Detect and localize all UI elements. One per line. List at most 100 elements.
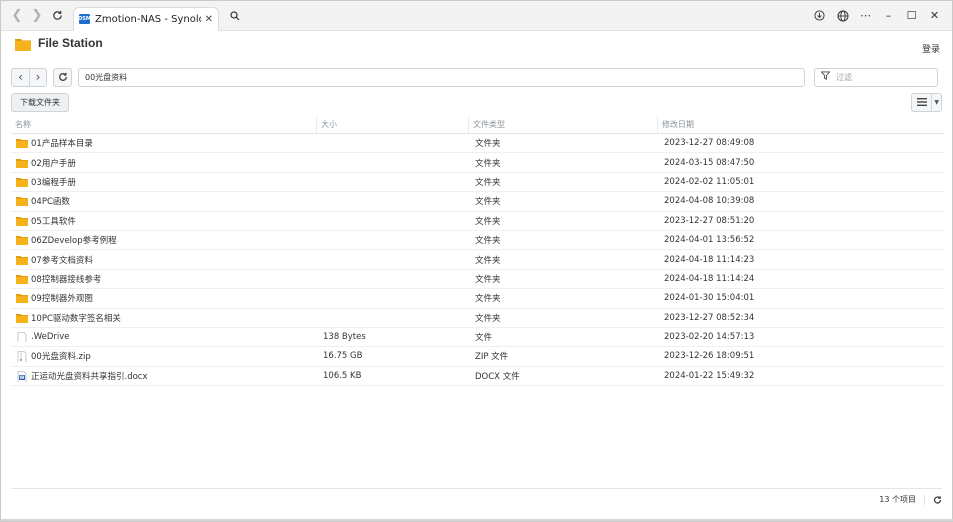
forward-button[interactable]: › [29,68,46,86]
table-row[interactable]: 04PC函数 文件夹 2024-04-08 10:39:08 [11,192,944,212]
file-type: 文件夹 [475,216,501,227]
back-arrow-icon[interactable]: ❮ [7,6,27,26]
word-doc-icon: W [16,370,28,382]
file-modified-date: 2024-01-30 15:04:01 [664,293,755,304]
filter-funnel-icon [820,71,831,83]
browser-controls: ⋯ – ☐ ✕ [808,6,946,26]
folder-icon [16,196,28,207]
file-table: 名称 大小 文件类型 修改日期 01产品样本目录 文件夹 2023-12-27 08… [11,116,944,387]
file-name-cell[interactable]: 09控制器外观图 [11,292,317,304]
folder-icon [16,235,28,246]
file-name: 01产品样本目录 [31,139,93,150]
file-type: 文件夹 [475,313,501,324]
table-row[interactable]: 09控制器外观图 文件夹 2024-01-30 15:04:01 [11,289,944,309]
file-size: 138 Bytes [323,332,366,343]
file-name-cell[interactable]: 02用户手册 [11,157,317,169]
file-type: 文件夹 [475,274,501,285]
file-modified-date: 2023-12-27 08:51:20 [664,215,755,226]
dsm-favicon-icon: DSM [78,14,91,24]
file-modified-date: 2023-12-27 08:52:34 [664,312,755,323]
file-name-cell[interactable]: 06ZDevelop参考例程 [11,234,317,246]
refresh-button[interactable] [53,67,72,87]
table-row[interactable]: W 正运动光盘资料共享指引.docx 106.5 KB DOCX 文件 2024-01-… [11,367,944,387]
column-header-modified[interactable]: 修改日期 [658,116,944,133]
table-row[interactable]: 05工具软件 文件夹 2023-12-27 08:51:20 [11,212,944,231]
file-name-cell[interactable]: 00光盘资料.zip [11,350,317,363]
file-name: .WeDrive [31,332,70,343]
login-link[interactable]: 登录 [922,42,940,55]
file-name: 06ZDevelop参考例程 [31,236,117,247]
table-row[interactable]: .WeDrive 138 Bytes 文件 2023-02-20 14:57:13 [11,328,944,348]
file-type: 文件夹 [475,197,501,208]
table-row[interactable]: 06ZDevelop参考例程 文件夹 2024-04-01 13:56:52 [11,231,944,251]
file-modified-date: 2023-12-26 18:09:51 [664,351,755,362]
file-name: 03编程手册 [31,177,76,188]
file-modified-date: 2024-04-18 11:14:23 [664,254,755,265]
column-header-size[interactable]: 大小 [317,116,469,133]
filter-input[interactable]: 过滤 [814,67,938,87]
file-size: 16.75 GB [323,351,363,362]
download-icon[interactable] [808,6,831,26]
download-folder-button[interactable]: 下载文件夹 [11,92,69,112]
table-row[interactable]: 10PC驱动数字签名相关 文件夹 2023-12-27 08:52:34 [11,309,944,328]
app-title: File Station [38,36,103,50]
back-button[interactable]: ‹ [12,69,29,86]
browser-titlebar: ❮ ❯ DSM Zmotion-NAS - Synology N ✕ ⋯ – ☐… [1,1,952,31]
file-name: 00光盘资料.zip [31,352,91,363]
file-type: 文件夹 [475,294,501,305]
file-name-cell[interactable]: 08控制器接线参考 [11,273,317,285]
folder-icon [16,313,28,323]
file-name-cell[interactable]: 03编程手册 [11,176,317,188]
folder-icon [16,274,28,284]
folder-icon [16,138,28,149]
file-type: 文件夹 [475,236,501,247]
status-bar: 13 个项目 [11,488,942,510]
list-view-icon[interactable] [912,98,931,106]
folder-icon [16,293,28,304]
table-row[interactable]: 00光盘资料.zip 16.75 GB ZIP 文件 2023-12-26 18:09… [11,347,944,367]
forward-arrow-icon[interactable]: ❯ [27,6,47,26]
chevron-down-icon[interactable]: ▼ [931,93,941,111]
file-name: 02用户手册 [31,158,76,169]
globe-icon[interactable] [831,6,854,26]
view-mode-button[interactable]: ▼ [911,92,942,112]
folder-icon [16,177,28,187]
file-modified-date: 2024-04-08 10:39:08 [664,196,755,207]
zip-icon [16,351,28,363]
more-options-icon[interactable]: ⋯ [854,6,877,26]
file-name-cell[interactable]: 07参考文档资料 [11,254,317,266]
maximize-icon[interactable]: ☐ [900,6,923,26]
table-row[interactable]: 01产品样本目录 文件夹 2023-12-27 08:49:08 [11,134,944,154]
column-header-name[interactable]: 名称 [11,116,317,133]
tab-search-icon[interactable] [225,6,245,26]
table-row[interactable]: 03编程手册 文件夹 2024-02-02 11:05:01 [11,173,944,193]
file-name-cell[interactable]: 01产品样本目录 [11,137,317,149]
table-row[interactable]: 08控制器接线参考 文件夹 2024-04-18 11:14:24 [11,270,944,290]
file-name-cell[interactable]: 05工具软件 [11,215,317,227]
window-close-icon[interactable]: ✕ [923,6,946,26]
reload-icon[interactable] [47,6,67,26]
table-row[interactable]: 02用户手册 文件夹 2024-03-15 08:47:50 [11,153,944,173]
file-station-app: File Station 登录 ‹ › 00光盘资料 过滤 下载文件夹 ▼ 名称… [2,32,952,521]
file-name: 05工具软件 [31,216,76,227]
minimize-icon[interactable]: – [877,6,900,26]
file-name: 04PC函数 [31,197,70,208]
file-modified-date: 2024-03-15 08:47:50 [664,157,755,168]
browser-tab[interactable]: DSM Zmotion-NAS - Synology N ✕ [73,6,219,31]
file-name-cell[interactable]: W 正运动光盘资料共享指引.docx [11,370,317,382]
path-input[interactable]: 00光盘资料 [78,67,805,87]
file-type: DOCX 文件 [475,371,520,382]
tab-close-icon[interactable]: ✕ [205,14,213,25]
item-count: 13 个项目 [879,495,916,504]
file-name-cell[interactable]: 04PC函数 [11,195,317,207]
app-header: File Station [2,32,952,54]
table-row[interactable]: 07参考文档资料 文件夹 2024-04-18 11:14:23 [11,250,944,270]
file-name-cell[interactable]: .WeDrive [11,332,317,343]
file-modified-date: 2024-04-18 11:14:24 [664,273,755,284]
file-name-cell[interactable]: 10PC驱动数字签名相关 [11,312,317,324]
file-modified-date: 2024-04-01 13:56:52 [664,235,755,246]
file-type: 文件夹 [475,177,501,188]
navigation-toolbar: ‹ › 00光盘资料 过滤 [11,67,942,87]
column-header-type[interactable]: 文件类型 [469,116,658,133]
status-refresh-icon[interactable] [924,494,942,505]
